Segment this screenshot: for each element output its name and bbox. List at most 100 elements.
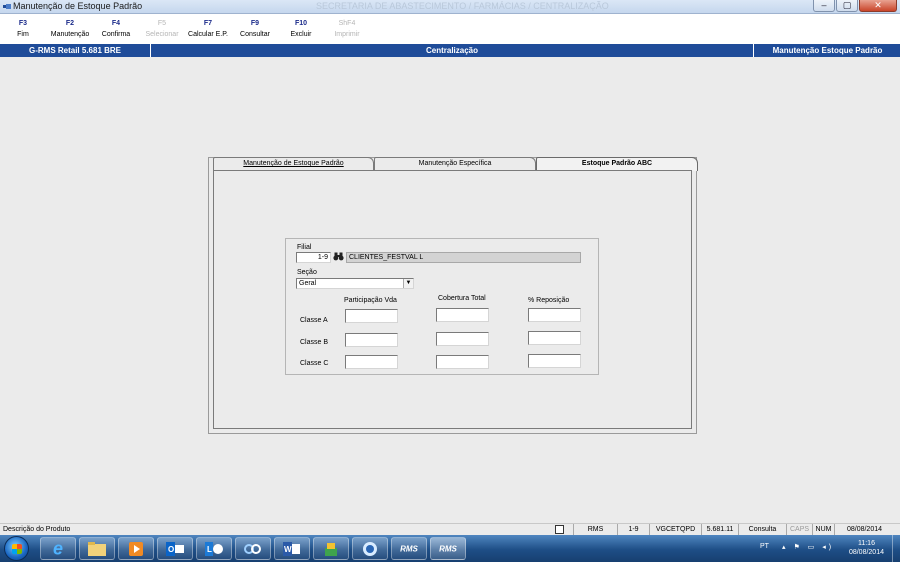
status-date: 08/08/2014: [834, 524, 894, 535]
toolbar-calcular-button[interactable]: F7 Calcular E.P.: [184, 18, 232, 40]
toolbar-selecionar-button: F5 Selecionar: [143, 18, 181, 40]
column-header-reposicao: % Reposição: [528, 297, 570, 304]
filial-label: Filial: [297, 244, 312, 251]
app-icon[interactable]: [235, 537, 271, 560]
classe-a-cobertura-input[interactable]: [436, 308, 489, 322]
media-icon[interactable]: [118, 537, 154, 560]
key-f7: F7: [203, 20, 213, 27]
key-f10: F10: [294, 20, 308, 27]
toolbar-label: Confirma: [101, 31, 131, 38]
classe-c-cobertura-input[interactable]: [436, 355, 489, 369]
classe-c-reposicao-input[interactable]: [528, 354, 581, 368]
tray-icons[interactable]: ▴ ⚑ ▭ ◂): [782, 543, 834, 551]
header-band: G-RMS Retail 5.681 BRE Centralização Man…: [0, 44, 900, 57]
clock-date: 08/08/2014: [848, 549, 884, 556]
column-header-cobertura: Cobertura Total: [438, 295, 486, 302]
status-version: 5.681.11: [701, 524, 738, 535]
column-header-participacao: Participação Vda: [344, 297, 397, 304]
toolbar-label: Calcular E.P.: [188, 31, 228, 38]
filial-name-field: CLIENTES_FESTVAL L: [346, 252, 581, 263]
tab-label: Manutenção Específica: [418, 160, 492, 167]
toolbar-label: Selecionar: [145, 31, 179, 38]
secao-value: Geral: [299, 280, 317, 287]
toolbar-manutencao-button[interactable]: F2 Manutenção: [46, 18, 94, 40]
svg-text:O: O: [168, 545, 174, 554]
toolbar-confirma-button[interactable]: F4 Confirma: [98, 18, 134, 40]
toolbar-label: Imprimir: [334, 31, 360, 38]
function-key-toolbar: F3 Fim F2 Manutenção F4 Confirma F5 Sele…: [0, 15, 900, 43]
window-controls: – ▢ ✕: [813, 0, 897, 12]
classe-b-cobertura-input[interactable]: [436, 332, 489, 346]
svg-text:W: W: [284, 545, 292, 554]
toolbar-label: Excluir: [290, 31, 312, 38]
minimize-button[interactable]: –: [813, 0, 835, 12]
secao-select[interactable]: Geral ▼: [296, 278, 414, 289]
secao-label: Seção: [297, 269, 317, 276]
toolbar-excluir-button[interactable]: F10 Excluir: [286, 18, 316, 40]
tab-label: Estoque Padrão ABC: [581, 160, 653, 167]
app-icon: [3, 4, 11, 9]
clock[interactable]: 11:16 08/08/2014: [849, 539, 884, 557]
tab-manutencao-estoque-padrao[interactable]: Manutenção de Estoque Padrão: [213, 157, 374, 170]
key-f2: F2: [65, 20, 75, 27]
installer-icon[interactable]: [352, 537, 388, 560]
window-title: Manutenção de Estoque Padrão: [13, 1, 143, 11]
key-f5: F5: [157, 20, 167, 27]
module-title: Centralização: [151, 44, 754, 57]
status-caps: CAPS: [786, 524, 812, 535]
status-system: RMS: [573, 524, 617, 535]
window-title-ghost: SECRETARIA DE ABASTECIMENTO / FARMÁCIAS …: [316, 1, 609, 11]
title-bar: Manutenção de Estoque Padrão SECRETARIA …: [0, 0, 900, 14]
svg-text:L: L: [207, 545, 212, 554]
app-version: G-RMS Retail 5.681 BRE: [0, 44, 151, 57]
package-icon[interactable]: [313, 537, 349, 560]
row-label-classe-a: Classe A: [300, 317, 328, 324]
outlook-icon[interactable]: O: [157, 537, 193, 560]
filial-input[interactable]: 1-9: [296, 252, 331, 263]
row-label-classe-c: Classe C: [300, 360, 329, 367]
screen-title: Manutenção Estoque Padrão: [772, 46, 883, 55]
rms-taskbar-label: RMS: [439, 544, 457, 553]
row-label-classe-b: Classe B: [300, 339, 329, 346]
rms-icon[interactable]: RMS: [430, 537, 466, 560]
document-icon: [555, 525, 564, 534]
ie-icon[interactable]: e: [40, 537, 76, 560]
toolbar-consultar-button[interactable]: F9 Consultar: [236, 18, 274, 40]
toolbar-label: Fim: [17, 31, 29, 38]
status-mode: Consulta: [738, 524, 786, 535]
toolbar-imprimir-button: ShF4 Imprimir: [329, 18, 365, 40]
tab-manutencao-especifica[interactable]: Manutenção Específica: [374, 157, 536, 170]
tab-estoque-padrao-abc[interactable]: Estoque Padrão ABC: [536, 157, 698, 171]
toolbar-label: Consultar: [240, 31, 270, 38]
binoculars-icon[interactable]: [333, 252, 344, 263]
lync-icon[interactable]: L: [196, 537, 232, 560]
maximize-button[interactable]: ▢: [836, 0, 858, 12]
start-button[interactable]: [4, 536, 29, 561]
language-indicator[interactable]: PT: [760, 543, 769, 550]
key-f3: F3: [18, 20, 28, 27]
status-bar: Descrição do Produto RMS 1-9 VGCETQPD 5.…: [0, 523, 900, 535]
toolbar-fim-button[interactable]: F3 Fim: [11, 18, 35, 40]
key-f9: F9: [250, 20, 260, 27]
chevron-down-icon[interactable]: ▼: [403, 279, 413, 288]
classe-b-participacao-input[interactable]: [345, 333, 398, 347]
tab-label: Manutenção de Estoque Padrão: [243, 160, 344, 167]
classe-c-participacao-input[interactable]: [345, 355, 398, 369]
rms-icon[interactable]: RMS: [391, 537, 427, 560]
abc-form-group: Filial 1-9 CLIENTES_FESTVAL L Seção Gera…: [285, 238, 599, 375]
status-filial: 1-9: [617, 524, 649, 535]
word-icon[interactable]: W: [274, 537, 310, 560]
clock-time: 11:16: [857, 540, 875, 547]
close-button[interactable]: ✕: [859, 0, 897, 12]
status-program: VGCETQPD: [649, 524, 701, 535]
classe-a-reposicao-input[interactable]: [528, 308, 581, 322]
key-shf4: ShF4: [338, 20, 356, 27]
key-f4: F4: [111, 20, 121, 27]
show-desktop-button[interactable]: [892, 535, 900, 562]
classe-b-reposicao-input[interactable]: [528, 331, 581, 345]
rms-taskbar-label: RMS: [400, 544, 418, 553]
classe-a-participacao-input[interactable]: [345, 309, 398, 323]
folder-icon[interactable]: [79, 537, 115, 560]
status-num: NUM: [812, 524, 834, 535]
toolbar-label: Manutenção: [50, 31, 90, 38]
